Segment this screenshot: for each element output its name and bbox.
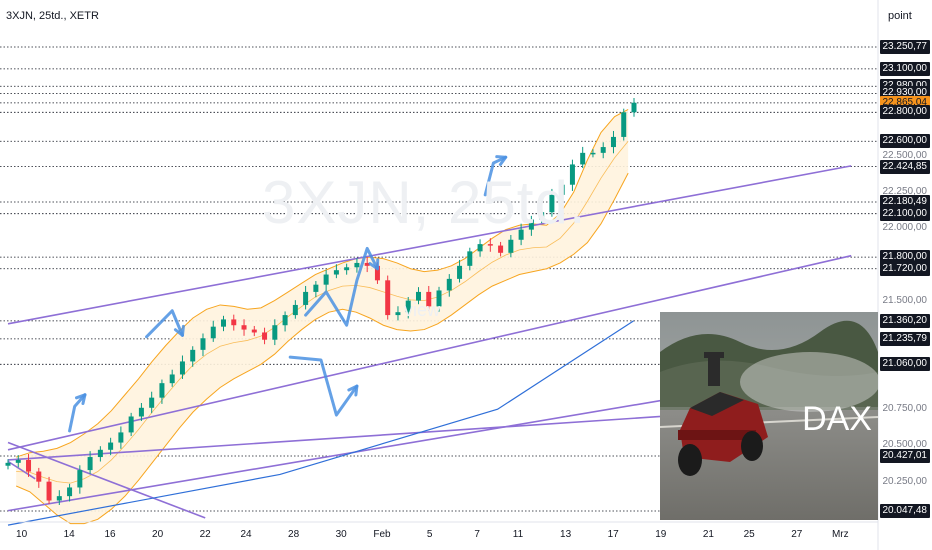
time-axis-label: 30 xyxy=(335,529,347,540)
candle-body xyxy=(323,274,329,285)
candle-body xyxy=(313,284,319,292)
candle-body xyxy=(46,481,52,501)
time-axis-label: 11 xyxy=(512,529,524,540)
candle-body xyxy=(179,361,185,375)
candle-body xyxy=(87,457,93,471)
candle-body xyxy=(97,449,103,458)
time-axis-label: 14 xyxy=(63,529,75,540)
price-axis-label: 20.250,00 xyxy=(882,475,928,487)
candle-body xyxy=(477,244,483,252)
time-axis-label: 17 xyxy=(607,529,619,540)
candle-body xyxy=(621,112,627,137)
candle-body xyxy=(5,462,11,466)
price-axis-label: 22.100,00 xyxy=(879,206,930,221)
candle-body xyxy=(631,102,637,113)
watermark: 3XJN, 25td. xyxy=(262,169,587,236)
candle-body xyxy=(333,270,339,275)
price-axis-label: 22.600,00 xyxy=(879,134,930,149)
candle-body xyxy=(118,432,124,443)
candle-body xyxy=(159,383,165,398)
candle-body xyxy=(149,397,155,408)
price-axis-label: 21.500,00 xyxy=(882,294,928,306)
time-axis-label: 16 xyxy=(104,529,116,540)
time-axis-label: 24 xyxy=(240,529,252,540)
time-axis-label: 20 xyxy=(152,529,164,540)
candle-body xyxy=(457,265,463,279)
candle-body xyxy=(292,304,298,316)
candle-body xyxy=(487,244,493,246)
candle-body xyxy=(221,319,227,327)
candle-body xyxy=(26,459,32,472)
overlay-caption: DAX xyxy=(802,400,872,438)
candle-body xyxy=(200,338,206,350)
candle-body xyxy=(138,407,144,417)
candle-body xyxy=(169,374,175,384)
time-axis-label: 13 xyxy=(560,529,572,540)
candle-body xyxy=(241,325,247,330)
candle-body xyxy=(210,326,216,339)
time-axis-label: 5 xyxy=(426,529,433,540)
candle-body xyxy=(282,315,288,326)
candle-body xyxy=(610,136,616,148)
price-axis-label: 22.000,00 xyxy=(882,222,928,234)
price-axis-label: 22.424,85 xyxy=(879,159,930,174)
price-axis-label: 23.250,77 xyxy=(879,40,930,54)
car-photo-overlay: DAX xyxy=(660,312,878,520)
candle-body xyxy=(77,470,83,488)
candle-body xyxy=(262,332,268,340)
symbol-title: 3XJN, 25td., XETR xyxy=(6,10,99,22)
time-axis-label: 19 xyxy=(655,529,667,540)
time-axis-label: 25 xyxy=(743,529,755,540)
price-axis-label: 21.360,20 xyxy=(879,313,930,328)
price-axis-label: 22.800,00 xyxy=(879,105,930,120)
candle-body xyxy=(190,349,196,362)
time-axis-label: 27 xyxy=(791,529,803,540)
watermark-sub: view xyxy=(404,300,441,320)
time-axis-label: 22 xyxy=(199,529,211,540)
price-axis-label: 21.060,00 xyxy=(879,357,930,372)
candle-body xyxy=(385,280,391,316)
unit-label[interactable]: point xyxy=(888,10,912,22)
price-axis-label: 20.047,48 xyxy=(879,504,930,518)
time-axis-label: 28 xyxy=(288,529,300,540)
candle-body xyxy=(590,152,596,155)
candle-body xyxy=(67,487,73,497)
time-axis-label: 7 xyxy=(474,529,480,540)
time-axis-label: 21 xyxy=(702,529,714,540)
candle-body xyxy=(508,239,514,253)
candle-body xyxy=(128,416,134,433)
candle-body xyxy=(446,278,452,291)
arrow-path xyxy=(288,355,359,417)
time-axis-label: 10 xyxy=(16,529,28,540)
candle-body xyxy=(36,471,42,482)
candle-body xyxy=(344,267,350,271)
price-axis-label: 23.100,00 xyxy=(879,61,930,76)
candle-body xyxy=(600,147,606,153)
candle-body xyxy=(108,442,114,450)
candle-body xyxy=(251,329,257,333)
price-axis-label: 20.750,00 xyxy=(882,403,928,415)
price-axis-label: 21.720,00 xyxy=(879,261,930,276)
candle-body xyxy=(272,325,278,340)
candle-body xyxy=(231,319,237,326)
time-axis-label: Feb xyxy=(373,529,391,540)
candle-body xyxy=(56,496,62,501)
candle-body xyxy=(354,262,360,268)
candle-body xyxy=(15,459,21,463)
candle-body xyxy=(395,312,401,316)
price-axis-label: 20.427,01 xyxy=(879,449,930,464)
candle-body xyxy=(303,291,309,305)
price-axis-label: 21.235,79 xyxy=(879,331,930,346)
candle-body xyxy=(498,245,504,253)
candle-body xyxy=(580,152,586,165)
time-axis-label: Mrz xyxy=(831,529,849,540)
candle-body xyxy=(467,251,473,266)
